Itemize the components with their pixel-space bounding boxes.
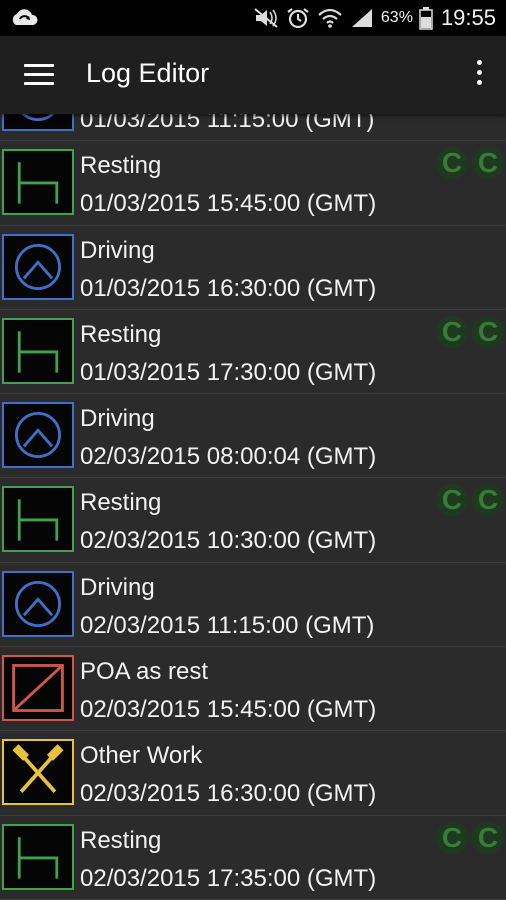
app-bar: Log Editor [0, 36, 506, 114]
timestamp: 02/03/2015 16:30:00 (GMT) [80, 780, 377, 808]
correction-badges: CC [436, 484, 504, 517]
correction-badge: C [472, 821, 504, 854]
battery-icon [419, 6, 433, 30]
driving-wheel-icon [2, 114, 74, 131]
correction-badge: C [472, 315, 504, 348]
timestamp: 01/03/2015 17:30:00 (GMT) [80, 358, 377, 386]
timestamp: 02/03/2015 10:30:00 (GMT) [80, 527, 377, 555]
timestamp: 01/03/2015 15:45:00 (GMT) [80, 190, 377, 218]
cloud-sync-icon [10, 7, 40, 29]
wifi-icon [317, 6, 343, 30]
driving-wheel-icon [2, 570, 74, 637]
correction-badge: C [436, 147, 468, 180]
list-item[interactable]: Resting 02/03/2015 10:30:00 (GMT) C C [0, 478, 506, 563]
activity-label: Resting [80, 320, 162, 348]
correction-badge: C [436, 484, 468, 517]
activity-label: Resting [80, 826, 162, 854]
mute-icon [253, 6, 279, 30]
activity-label: Resting [80, 152, 162, 180]
resting-bed-icon [2, 823, 74, 890]
log-list[interactable]: Driving01/03/2015 11:15:00 (GMT)Resting0… [0, 114, 506, 900]
correction-badge: C [436, 315, 468, 348]
other-work-hammers-icon [2, 739, 74, 806]
poa-availability-icon [2, 655, 74, 722]
resting-bed-icon [2, 149, 74, 216]
driving-wheel-icon [2, 402, 74, 469]
list-item[interactable]: Driving 01/03/2015 16:30:00 (GMT) [0, 225, 506, 310]
activity-label: POA as rest [80, 658, 209, 686]
correction-badge: C [472, 147, 504, 180]
correction-badges: CC [436, 821, 504, 854]
driving-wheel-icon [2, 233, 74, 300]
resting-bed-icon [2, 317, 74, 384]
timestamp: 01/03/2015 16:30:00 (GMT) [80, 274, 377, 302]
timestamp: 02/03/2015 17:35:00 (GMT) [80, 864, 377, 892]
page-title: Log Editor [86, 58, 210, 88]
alarm-icon [285, 6, 311, 30]
list-item[interactable]: POA as rest 02/03/2015 15:45:00 (GMT) [0, 647, 506, 732]
resting-bed-icon [2, 486, 74, 553]
signal-icon [349, 6, 375, 30]
activity-label: Other Work [80, 742, 203, 770]
correction-badges: CC [436, 315, 504, 348]
list-item[interactable]: Resting 02/03/2015 17:35:00 (GMT) C C [0, 815, 506, 900]
correction-badges: CC [436, 147, 504, 180]
list-item[interactable]: Driving 02/03/2015 08:00:04 (GMT) [0, 394, 506, 479]
menu-icon[interactable] [24, 64, 54, 86]
timestamp: 02/03/2015 15:45:00 (GMT) [80, 696, 377, 724]
timestamp: 02/03/2015 11:15:00 (GMT) [80, 611, 375, 639]
list-item[interactable]: Driving 02/03/2015 11:15:00 (GMT) [0, 562, 506, 648]
overflow-menu-icon[interactable] [474, 60, 484, 90]
activity-label: Driving [80, 405, 155, 433]
battery-percent: 63% [380, 9, 413, 26]
list-item[interactable]: Other Work 02/03/2015 16:30:00 (GMT) [0, 731, 506, 816]
clock: 19:55 [440, 5, 496, 30]
list-item[interactable]: Resting 01/03/2015 15:45:00 (GMT) C C [0, 141, 506, 226]
status-bar: 63% 19:55 [0, 0, 506, 36]
timestamp: 02/03/2015 08:00:04 (GMT) [80, 443, 377, 471]
list-item[interactable]: Resting 01/03/2015 17:30:00 (GMT) C C [0, 309, 506, 395]
correction-badge: C [436, 821, 468, 854]
correction-badge: C [472, 484, 504, 517]
activity-label: Driving [80, 236, 155, 264]
list-item[interactable]: Driving01/03/2015 11:15:00 (GMT) [0, 114, 506, 142]
timestamp: 01/03/2015 11:15:00 (GMT) [80, 114, 375, 133]
activity-label: Resting [80, 489, 162, 517]
activity-label: Driving [80, 573, 155, 601]
